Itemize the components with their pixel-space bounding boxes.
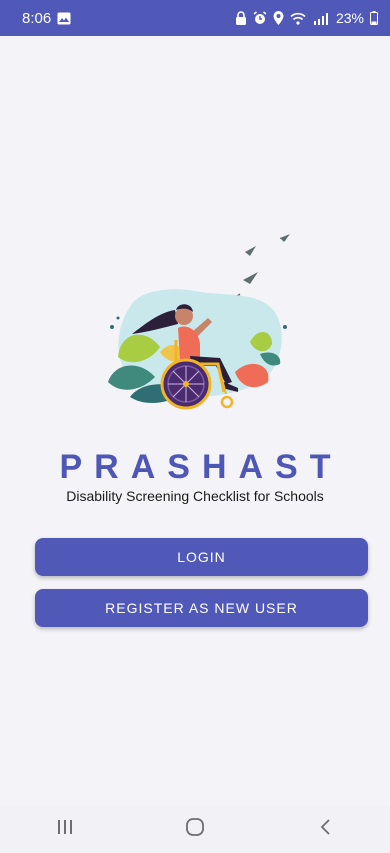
recent-apps-button[interactable] (35, 810, 95, 850)
back-button[interactable] (295, 810, 355, 850)
paper-plane-icon (243, 272, 258, 284)
app-subtitle: Disability Screening Checklist for Schoo… (66, 488, 324, 504)
recent-apps-icon (55, 818, 75, 841)
status-left: 8:06 (22, 10, 71, 27)
home-button[interactable] (165, 810, 225, 850)
paper-plane-icon (279, 234, 290, 242)
battery-percent: 23% (335, 10, 364, 26)
status-bar: 8:06 23% (0, 0, 390, 36)
wheelchair-illustration (100, 232, 300, 422)
wifi-icon (290, 12, 306, 25)
back-icon (318, 817, 332, 842)
location-icon (273, 11, 284, 25)
register-button[interactable]: REGISTER AS NEW USER (35, 589, 368, 627)
alarm-icon (253, 11, 267, 25)
battery-icon (370, 11, 378, 25)
lock-icon (235, 11, 247, 25)
paper-plane-icon (245, 246, 256, 256)
signal-icon (312, 12, 330, 25)
system-nav-bar (0, 806, 390, 853)
app-title: PRASHAST (59, 448, 343, 486)
status-time: 8:06 (22, 9, 52, 27)
status-right: 23% (235, 10, 378, 26)
login-button[interactable]: LOGIN (35, 538, 368, 576)
home-icon (184, 816, 206, 843)
image-icon (57, 12, 71, 25)
